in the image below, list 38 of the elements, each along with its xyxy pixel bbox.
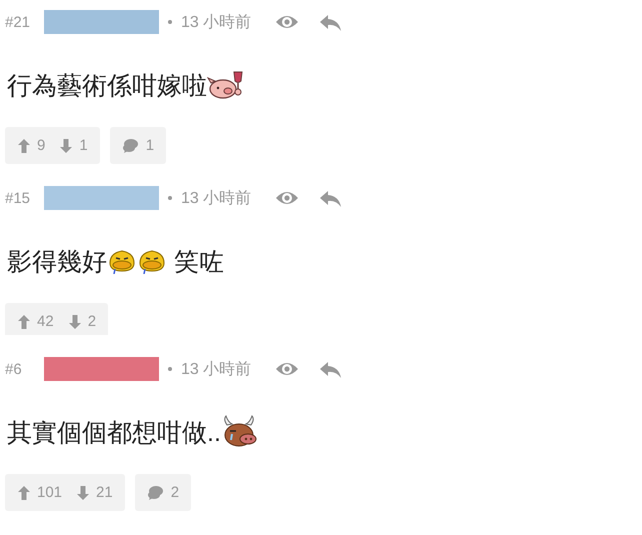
reply-arrow-icon	[319, 188, 344, 208]
up-arrow-icon	[17, 138, 31, 154]
comment-text: 行為藝術係咁嫁啦	[7, 70, 207, 102]
downvote-button[interactable]: 1	[59, 137, 88, 154]
timestamp: 13 小時前	[181, 12, 252, 32]
speech-bubbles-icon	[146, 484, 163, 500]
speech-bubbles-icon	[122, 138, 138, 154]
upvote-button[interactable]: 101	[17, 484, 62, 501]
comment-text: 笑咗	[172, 246, 224, 278]
upvote-button[interactable]: 42	[17, 313, 54, 330]
pig-sticker-icon	[207, 70, 245, 100]
comment-number: #15	[5, 190, 32, 206]
up-arrow-icon	[17, 484, 31, 500]
comment-number: #21	[5, 14, 32, 30]
separator-dot	[168, 367, 172, 371]
reply-button[interactable]	[319, 188, 344, 208]
separator-dot	[168, 196, 172, 200]
down-arrow-icon	[76, 484, 90, 500]
downvote-button[interactable]: 2	[68, 313, 96, 330]
duck-sticker-icon	[107, 248, 137, 274]
comment-number: #6	[5, 360, 23, 378]
reply-button[interactable]	[319, 359, 344, 379]
timestamp: 13 小時前	[181, 360, 252, 380]
reply-arrow-icon	[319, 12, 344, 32]
down-arrow-icon	[59, 138, 74, 154]
down-arrow-icon	[68, 314, 82, 330]
reply-arrow-icon	[319, 359, 344, 379]
timestamp: 13 小時前	[181, 188, 252, 208]
duck-sticker-icon	[137, 248, 167, 274]
upvote-button[interactable]: 9	[17, 137, 46, 154]
separator-dot	[168, 20, 172, 24]
comment-text: 其實個個都想咁做..	[7, 418, 221, 448]
up-arrow-icon	[17, 314, 31, 330]
replies-button[interactable]: 2	[134, 474, 192, 511]
comment-text: 影得幾好	[7, 246, 107, 278]
downvote-button[interactable]: 21	[76, 484, 113, 501]
reply-button[interactable]	[319, 12, 344, 32]
replies-button[interactable]: 1	[110, 127, 166, 164]
